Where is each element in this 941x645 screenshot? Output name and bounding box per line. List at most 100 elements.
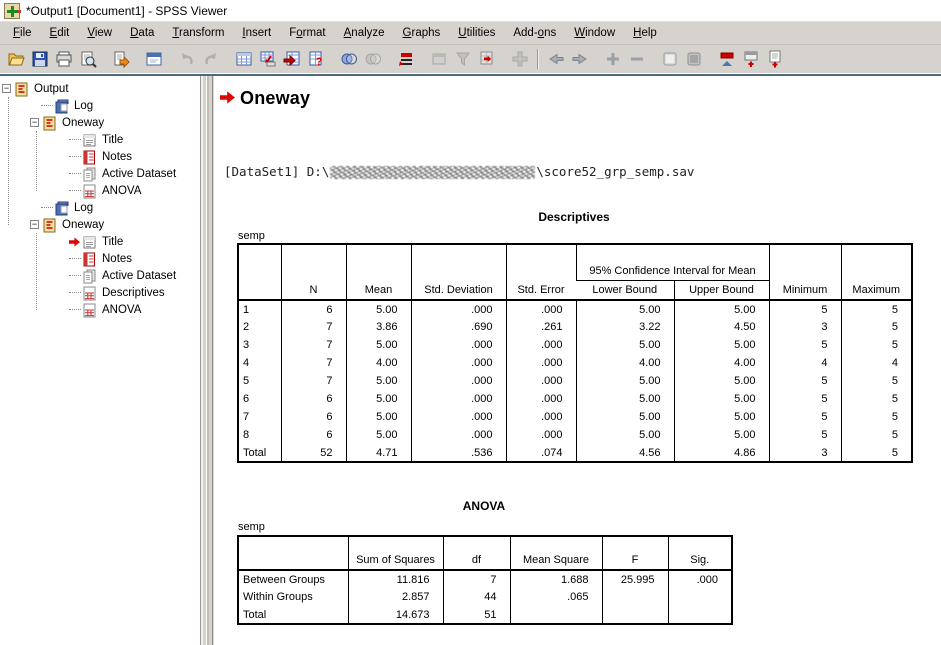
hide-outline-item-button[interactable] [682, 48, 706, 71]
outline-item-label: Oneway [62, 117, 104, 129]
panel-splitter[interactable] [201, 76, 213, 645]
menu-analyze[interactable]: Analyze [335, 24, 394, 42]
show-all-variables-button[interactable] [361, 48, 385, 71]
outline-item-descriptives[interactable]: Descriptives [0, 284, 200, 301]
print-button[interactable] [52, 48, 76, 71]
collapse-expander-icon[interactable] [30, 220, 39, 229]
find-icon: ? [307, 50, 325, 68]
menu-insert[interactable]: Insert [233, 24, 280, 42]
table-cell [668, 606, 732, 624]
menu-view[interactable]: View [78, 24, 121, 42]
table-page-icon [81, 285, 98, 301]
designate-window-button[interactable] [427, 48, 451, 71]
table-cell: 5 [841, 408, 912, 426]
insert-heading-button[interactable] [715, 48, 739, 71]
show-results-button[interactable] [451, 48, 475, 71]
menu-window[interactable]: Window [565, 24, 624, 42]
menu-utilities[interactable]: Utilities [449, 24, 504, 42]
collapse-expander-icon[interactable] [2, 84, 11, 93]
demote-outline-button[interactable] [568, 48, 592, 71]
oneway-heading-object[interactable]: Oneway [220, 88, 310, 109]
undo-button[interactable] [175, 48, 199, 71]
current-item-arrow-icon [220, 91, 235, 107]
table-cell: 5.00 [674, 426, 769, 444]
clear-page-breaks-button[interactable] [508, 48, 532, 71]
find-button[interactable]: ? [304, 48, 328, 71]
table-cell: 7 [281, 318, 346, 336]
outline-item-title[interactable]: Title [0, 131, 200, 148]
title-page-icon [81, 132, 98, 148]
use-variable-sets-button[interactable] [337, 48, 361, 71]
table-cell: Total [238, 606, 348, 624]
table-cell: 5 [841, 372, 912, 390]
outline-item-active-dataset[interactable]: Active Dataset [0, 267, 200, 284]
redo-button[interactable] [199, 48, 223, 71]
outline-item-notes[interactable]: Notes [0, 250, 200, 267]
tree-connector [69, 139, 81, 140]
table-row: 575.00.000.0005.005.0055 [238, 372, 912, 390]
print-preview-icon [79, 50, 97, 68]
dataset-log-line[interactable]: [DataSet1] D:\\score52_grp_semp.sav [224, 164, 694, 179]
outline-item-active-dataset[interactable]: Active Dataset [0, 165, 200, 182]
goto-case-button[interactable] [256, 48, 280, 71]
table-row: 375.00.000.0005.005.0055 [238, 336, 912, 354]
open-file-button[interactable] [4, 48, 28, 71]
title-bar: *Output1 [Document1] - SPSS Viewer [0, 0, 941, 22]
table-cell: 5.00 [576, 408, 674, 426]
output-book-icon [41, 115, 58, 131]
table-cell: 3.86 [346, 318, 411, 336]
goto-data-icon [235, 50, 253, 68]
promote-outline-button[interactable] [544, 48, 568, 71]
show-outline-item-button[interactable] [658, 48, 682, 71]
header-f: F [602, 536, 668, 570]
collapse-outline-button[interactable] [625, 48, 649, 71]
expand-outline-button[interactable] [601, 48, 625, 71]
insert-new-title-button[interactable] [739, 48, 763, 71]
outline-item-anova[interactable]: ANOVA [0, 182, 200, 199]
table-cell: 5.00 [346, 372, 411, 390]
descriptives-table[interactable]: N Mean Std. Deviation Std. Error 95% Con… [237, 243, 913, 463]
menu-add-ons[interactable]: Add-ons [504, 24, 565, 42]
header-maximum: Maximum [841, 244, 912, 300]
outline-item-log[interactable]: Log [0, 199, 200, 216]
table-cell: 5 [841, 336, 912, 354]
menu-edit[interactable]: Edit [41, 24, 79, 42]
save-file-button[interactable] [28, 48, 52, 71]
menu-help[interactable]: Help [624, 24, 666, 42]
table-cell: 5.00 [346, 300, 411, 318]
outline-item-title[interactable]: Title [0, 233, 200, 250]
insert-page-break-button[interactable] [475, 48, 499, 71]
table-cell: 6 [281, 390, 346, 408]
table-cell: 2.857 [348, 588, 443, 606]
outline-item-anova[interactable]: ANOVA [0, 301, 200, 318]
table-row: Total524.71.536.0744.564.8635 [238, 444, 912, 462]
select-last-output-button[interactable] [394, 48, 418, 71]
collapse-expander-icon[interactable] [30, 118, 39, 127]
table-cell: 4.00 [346, 354, 411, 372]
menu-file[interactable]: File [4, 24, 41, 42]
recall-dialog-button[interactable] [142, 48, 166, 71]
print-preview-button[interactable] [76, 48, 100, 71]
outline-item-oneway[interactable]: Oneway [0, 216, 200, 233]
variables-button[interactable] [280, 48, 304, 71]
menu-graphs[interactable]: Graphs [394, 24, 450, 42]
table-cell: 5.00 [346, 336, 411, 354]
outline-item-oneway[interactable]: Oneway [0, 114, 200, 131]
table-cell: 1 [238, 300, 281, 318]
select-last-output-icon [397, 50, 415, 68]
show-outline-item-icon [661, 50, 679, 68]
insert-new-text-button[interactable] [763, 48, 787, 71]
menu-transform[interactable]: Transform [163, 24, 233, 42]
anova-table[interactable]: Sum of Squares df Mean Square F Sig. Bet… [237, 535, 733, 625]
outline-item-notes[interactable]: Notes [0, 148, 200, 165]
menu-data[interactable]: Data [121, 24, 163, 42]
export-output-button[interactable] [109, 48, 133, 71]
table-cell: 5 [769, 390, 841, 408]
table-cell: 5 [769, 426, 841, 444]
table-cell: 4.71 [346, 444, 411, 462]
outline-item-log[interactable]: Log [0, 97, 200, 114]
outline-item-output[interactable]: Output [0, 80, 200, 97]
menu-format[interactable]: Format [280, 24, 334, 42]
header-sum-of-squares: Sum of Squares [348, 536, 443, 570]
goto-data-button[interactable] [232, 48, 256, 71]
